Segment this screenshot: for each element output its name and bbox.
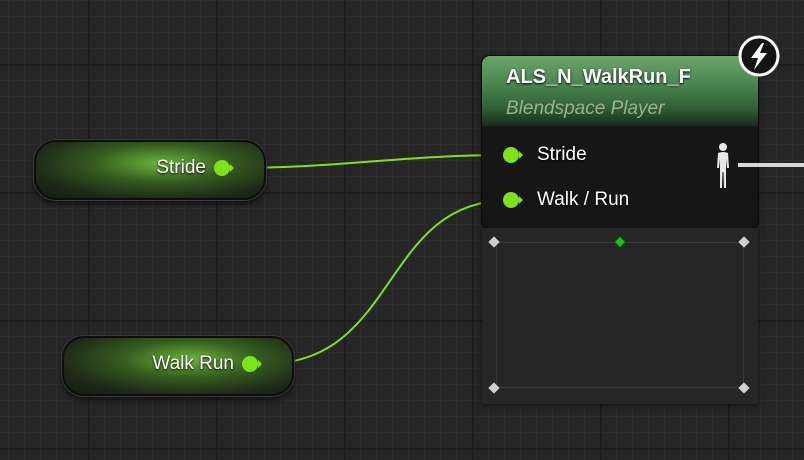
input-pin-label-stride: Stride [537,144,587,165]
wire-walk-run[interactable] [263,199,511,365]
node-subtitle: Blendspace Player [506,98,665,119]
output-pin-walk-run[interactable] [241,355,263,373]
node-title: ALS_N_WalkRun_F [506,66,691,88]
input-pin-label-walk-run: Walk / Run [537,189,630,210]
sample-point-top-right [738,236,750,248]
sample-point-top-left [488,236,500,248]
node-header[interactable]: ALS_N_WalkRun_F Blendspace Player [482,56,758,126]
sample-point-top-center [614,236,626,248]
output-pose-wire[interactable] [738,163,804,167]
blendspace-preview-frame [496,242,744,388]
lightning-bolt-icon[interactable] [737,34,781,78]
input-pin-stride[interactable] [502,146,524,164]
variable-label-walk-run: Walk Run [152,353,234,374]
output-pin-stride[interactable] [213,159,235,177]
sample-point-bottom-right [738,382,750,394]
wire-stride[interactable] [235,154,511,169]
anim-graph-canvas[interactable]: Stride Walk Run ALS_N_WalkRun_F Blendspa… [0,0,804,460]
sample-point-bottom-left [488,382,500,394]
mannequin-icon[interactable] [713,142,733,190]
variable-label-stride: Stride [156,157,206,178]
input-pin-walk-run[interactable] [502,191,524,209]
